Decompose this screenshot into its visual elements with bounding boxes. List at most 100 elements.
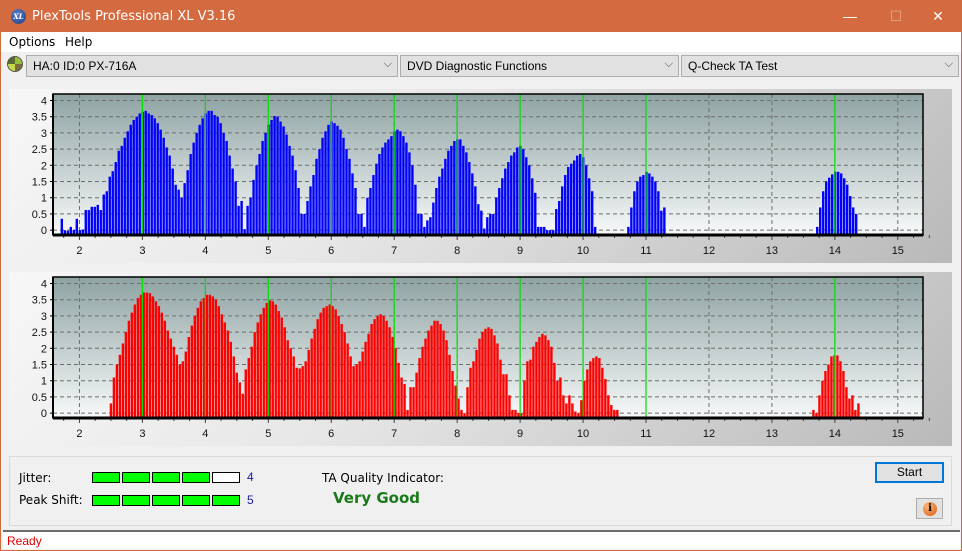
- histogram-bar: [397, 362, 400, 418]
- y-tick-label: 3: [41, 311, 47, 323]
- drive-select[interactable]: HA:0 ID:0 PX-716A ⌵: [26, 55, 398, 77]
- x-tick-label: 3: [139, 428, 145, 440]
- histogram-bar: [510, 155, 513, 235]
- histogram-bar: [598, 358, 601, 418]
- histogram-bar: [824, 371, 827, 418]
- histogram-bar: [559, 377, 562, 418]
- histogram-bar: [818, 395, 821, 418]
- histogram-bar: [426, 220, 429, 235]
- histogram-bar: [556, 380, 559, 418]
- histogram-bar: [294, 170, 297, 235]
- histogram-bar: [160, 312, 164, 418]
- histogram-bar: [417, 213, 420, 235]
- histogram-bar: [435, 188, 438, 235]
- close-button[interactable]: ✕: [915, 1, 961, 32]
- start-button[interactable]: Start: [875, 462, 944, 483]
- histogram-bar: [821, 380, 824, 418]
- info-button[interactable]: i: [916, 498, 943, 519]
- histogram-bar: [342, 137, 345, 235]
- histogram-bar: [523, 380, 526, 418]
- function-select[interactable]: DVD Diagnostic Functions ⌵: [400, 55, 679, 77]
- histogram-bar: [555, 209, 558, 235]
- histogram-bar: [228, 155, 231, 235]
- menu-help[interactable]: Help: [65, 35, 92, 49]
- histogram-bar: [592, 358, 595, 418]
- histogram-bar: [123, 137, 126, 235]
- histogram-bar: [396, 129, 399, 235]
- histogram-bar: [130, 312, 134, 418]
- histogram-bar: [851, 395, 854, 418]
- histogram-bar: [474, 186, 477, 235]
- histogram-bar: [654, 181, 657, 235]
- y-tick-label: 3: [41, 128, 47, 140]
- histogram-bar: [402, 136, 405, 235]
- histogram-bar: [336, 125, 339, 235]
- histogram-bar: [819, 207, 822, 235]
- x-tick-label: 8: [454, 428, 460, 440]
- x-tick-label: 2: [76, 245, 82, 257]
- histogram-bar: [538, 336, 541, 418]
- histogram-bar: [495, 197, 498, 235]
- histogram-bar: [471, 173, 474, 235]
- histogram-bar: [148, 293, 152, 418]
- histogram-bar: [477, 204, 480, 235]
- histogram-bar: [135, 116, 138, 235]
- histogram-bar: [322, 307, 325, 418]
- histogram-bar: [126, 131, 129, 235]
- histogram-bar: [265, 302, 268, 418]
- histogram-bar: [270, 119, 273, 235]
- histogram-bar: [318, 149, 321, 235]
- histogram-bar: [454, 385, 457, 418]
- histogram-bar: [420, 213, 423, 235]
- histogram-bar: [238, 382, 241, 418]
- x-tick-label: 13: [766, 245, 778, 257]
- minimize-button[interactable]: —: [827, 1, 873, 32]
- histogram-bar: [553, 362, 556, 418]
- histogram-bar: [484, 328, 487, 418]
- histogram-bar: [501, 178, 504, 235]
- histogram-bar: [222, 132, 225, 235]
- menu-options[interactable]: Options: [9, 35, 55, 49]
- y-tick-label: 0.5: [32, 209, 47, 221]
- histogram-bar: [202, 298, 206, 418]
- histogram-bar: [109, 403, 113, 418]
- histogram-bar: [367, 333, 370, 418]
- x-tick-label: 12: [703, 428, 715, 440]
- info-icon: i: [923, 502, 937, 516]
- histogram-bar: [414, 184, 417, 235]
- histogram-bar: [513, 152, 516, 235]
- histogram-bar: [216, 116, 219, 235]
- test-select[interactable]: Q-Check TA Test ⌵: [681, 55, 959, 77]
- x-tick-label: 10: [577, 428, 589, 440]
- histogram-bar: [836, 355, 839, 418]
- histogram-bar: [262, 307, 265, 418]
- histogram-bar: [429, 217, 432, 235]
- status-text: Ready: [7, 534, 42, 548]
- histogram-bar: [157, 306, 161, 418]
- histogram-bar: [851, 207, 855, 235]
- histogram-bar: [348, 158, 351, 235]
- histogram-bar: [154, 301, 158, 418]
- app-window: XL PlexTools Professional XL V3.16 — ☐ ✕…: [0, 0, 962, 551]
- histogram-bar: [822, 191, 825, 235]
- histogram-bar: [585, 165, 588, 235]
- y-tick-label: 3.5: [32, 295, 47, 307]
- histogram-bar: [478, 338, 481, 418]
- histogram-bar: [507, 162, 510, 235]
- histogram-bar: [842, 371, 845, 418]
- histogram-bar: [315, 158, 318, 235]
- histogram-bar: [288, 145, 291, 235]
- histogram-bar: [531, 178, 534, 235]
- histogram-bar: [424, 338, 427, 418]
- histogram-bar: [378, 153, 381, 235]
- histogram-bar: [225, 141, 228, 235]
- histogram-bar: [839, 361, 842, 418]
- histogram-bar: [360, 213, 363, 235]
- histogram-bar: [382, 315, 385, 418]
- maximize-button[interactable]: ☐: [873, 1, 919, 32]
- histogram-bar: [295, 367, 298, 418]
- histogram-bar: [529, 359, 532, 418]
- histogram-bar: [846, 184, 849, 235]
- xl-logo-icon: XL: [11, 9, 26, 24]
- histogram-bar: [190, 325, 194, 418]
